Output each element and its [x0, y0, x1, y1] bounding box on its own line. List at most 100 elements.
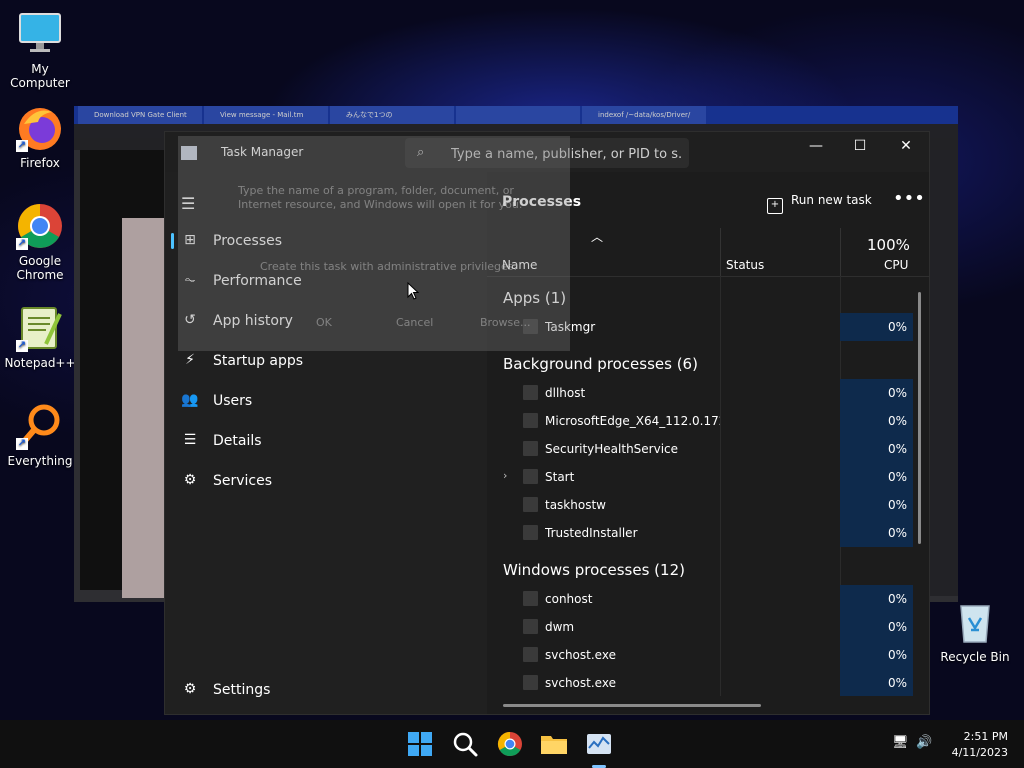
process-name: MicrosoftEdge_X64_112.0.1722... [545, 414, 720, 428]
cpu-value: 0% [887, 442, 907, 456]
table-row[interactable]: SecurityHealthService 0% [487, 435, 917, 463]
desktop-icon-label: Notepad++ [4, 356, 76, 370]
startup-apps-icon: ⚡ [185, 352, 195, 368]
firefox-icon: ↗ [16, 104, 64, 152]
desktop-icon-my-computer[interactable]: My Computer [0, 10, 80, 90]
run-dialog-checkbox-label: Create this task with administrative pri… [260, 260, 518, 273]
system-clock[interactable]: 2:51 PM 4/11/2023 [938, 729, 1008, 761]
browser-tab[interactable]: View message - Mail.tm [204, 106, 328, 124]
process-name: taskhostw [545, 498, 606, 512]
nav-item-services[interactable]: ⚙ Services [171, 463, 471, 499]
cpu-value: 0% [887, 620, 907, 634]
recycle-bin-icon [951, 598, 999, 646]
run-dialog-ok-button: OK [316, 316, 332, 329]
process-icon [523, 497, 538, 512]
process-icon [523, 675, 538, 690]
cpu-value: 0% [887, 526, 907, 540]
nav-item-label: Startup apps [213, 353, 304, 369]
desktop-icon-google-chrome[interactable]: ↗ Google Chrome [0, 202, 80, 282]
nav-item-settings[interactable]: ⚙ Settings [171, 672, 471, 708]
process-name: conhost [545, 592, 593, 606]
vertical-scrollbar[interactable] [918, 292, 921, 544]
sort-chevron-up-icon: ︿ [591, 230, 604, 244]
table-row[interactable]: MicrosoftEdge_X64_112.0.1722... 0% [487, 407, 917, 435]
start-icon[interactable] [404, 728, 436, 760]
maximize-button[interactable]: ☐ [837, 132, 883, 162]
desktop-icon-label: Everything [7, 454, 73, 468]
more-options-icon[interactable]: ••• [893, 188, 925, 209]
process-icon [523, 525, 538, 540]
network-icon[interactable]: 🖥 [892, 735, 909, 750]
process-name: TrustedInstaller [545, 526, 638, 540]
shortcut-arrow-icon: ↗ [16, 238, 28, 250]
nav-item-users[interactable]: 👥 Users [171, 383, 471, 419]
table-row[interactable]: dwm 0% [487, 613, 917, 641]
table-row[interactable]: conhost 0% [487, 585, 917, 613]
table-row[interactable]: taskhostw 0% [487, 491, 917, 519]
nav-item-details[interactable]: ☰ Details [171, 423, 471, 459]
process-name: dllhost [545, 386, 586, 400]
nav-item-label: Settings [213, 682, 271, 698]
process-name: dwm [545, 620, 575, 634]
column-divider [720, 228, 721, 276]
process-icon [523, 619, 538, 634]
chrome-icon[interactable] [494, 728, 526, 760]
process-icon [523, 647, 538, 662]
column-header-status[interactable]: Status [726, 258, 764, 272]
nav-item-label: Users [213, 393, 253, 409]
cpu-cell: 0% [840, 435, 913, 463]
column-header-cpu[interactable]: CPU [884, 258, 908, 272]
nav-item-label: Details [213, 433, 262, 449]
task-manager-icon[interactable] [583, 728, 615, 760]
services-icon: ⚙ [183, 472, 197, 488]
settings-gear-icon: ⚙ [183, 681, 197, 697]
process-name: Taskmgr [545, 320, 596, 334]
run-dialog-text: Type the name of a program, folder, docu… [238, 184, 523, 211]
horizontal-scrollbar[interactable] [503, 704, 761, 707]
process-name: svchost.exe [545, 648, 616, 662]
cpu-cell: 0% [840, 613, 913, 641]
active-indicator [171, 233, 174, 249]
desktop-icon-everything[interactable]: ↗ Everything [0, 402, 80, 468]
cpu-value: 0% [887, 648, 907, 662]
process-name: Start [545, 470, 575, 484]
close-button[interactable]: ✕ [883, 132, 929, 162]
browser-scroll-area [928, 150, 958, 596]
minimize-button[interactable]: — [793, 132, 839, 162]
run-dialog-browse-button: Browse... [480, 316, 531, 329]
nav-item-label: Services [213, 473, 273, 489]
everything-search-icon: ↗ [16, 402, 64, 450]
table-row[interactable]: svchost.exe 0% [487, 641, 917, 669]
shortcut-arrow-icon: ↗ [16, 340, 28, 352]
monitor-icon [16, 10, 64, 58]
cpu-cell: 0% [840, 641, 913, 669]
file-explorer-icon[interactable] [538, 728, 570, 760]
desktop-icon-firefox[interactable]: ↗ Firefox [0, 104, 80, 170]
browser-tab[interactable]: Download VPN Gate Client [78, 106, 202, 124]
cpu-value: 0% [887, 320, 907, 334]
browser-video-thumbnail [122, 218, 166, 598]
run-dialog-ghost: Type the name of a program, folder, docu… [178, 136, 570, 351]
process-name: svchost.exe [545, 676, 616, 690]
table-row[interactable]: › Start 0% [487, 463, 917, 491]
taskbar: 🖥 🔊 2:51 PM 4/11/2023 [0, 720, 1024, 768]
desktop-icon-notepadpp[interactable]: ↗ Notepad++ [0, 304, 80, 370]
run-new-task-button[interactable]: + Run new task [767, 193, 872, 214]
mouse-cursor-icon [407, 282, 419, 300]
desktop-icon-recycle-bin[interactable]: Recycle Bin [935, 598, 1015, 664]
browser-tab[interactable] [456, 106, 580, 124]
volume-icon[interactable]: 🔊 [916, 735, 932, 750]
expand-chevron-icon[interactable]: › [503, 469, 507, 482]
table-row[interactable]: dllhost 0% [487, 379, 917, 407]
process-icon [523, 591, 538, 606]
browser-tab[interactable]: みんなで1つの [330, 106, 454, 124]
cpu-cell: 0% [840, 379, 913, 407]
table-row[interactable]: TrustedInstaller 0% [487, 519, 917, 547]
process-icon [523, 469, 538, 484]
browser-tab[interactable]: indexof /~data/kos/Driver/ [582, 106, 706, 124]
cpu-total-usage: 100% [867, 236, 910, 254]
table-row[interactable]: svchost.exe 0% [487, 669, 917, 696]
run-new-task-label: Run new task [791, 193, 872, 207]
search-icon[interactable] [449, 728, 481, 760]
details-icon: ☰ [183, 432, 197, 448]
